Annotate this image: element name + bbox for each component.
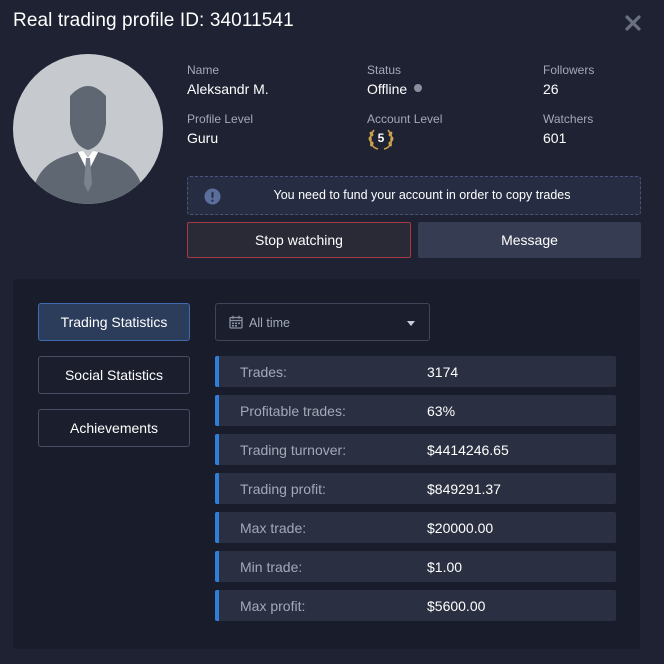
profile-level-label: Profile Level: [187, 112, 254, 126]
stat-value: $1.00: [427, 559, 463, 575]
stat-accent-bar: [215, 590, 219, 621]
account-level-label: Account Level: [367, 112, 443, 126]
stat-row: Min trade: $1.00: [215, 551, 616, 582]
watchers-label: Watchers: [543, 112, 594, 126]
stat-label: Trades:: [240, 364, 287, 380]
account-level-badge: 5: [367, 127, 395, 151]
stat-label: Max profit:: [240, 598, 306, 614]
stat-row: Trading profit: $849291.37: [215, 473, 616, 504]
calendar-icon: [229, 315, 243, 329]
close-icon: [625, 15, 641, 31]
profile-modal: Real trading profile ID: 34011541 Name A…: [0, 0, 664, 664]
period-select[interactable]: All time: [215, 303, 430, 341]
stat-row: Profitable trades: 63%: [215, 395, 616, 426]
followers-label: Followers: [543, 63, 595, 77]
stat-value: $20000.00: [427, 520, 494, 536]
stat-row: Trading turnover: $4414246.65: [215, 434, 616, 465]
close-button[interactable]: [622, 12, 644, 34]
offline-status-dot-icon: [414, 84, 422, 92]
stat-accent-bar: [215, 473, 219, 504]
name-value: Aleksandr M.: [187, 81, 269, 97]
stat-accent-bar: [215, 434, 219, 465]
stat-label: Trading turnover:: [240, 442, 347, 458]
message-button[interactable]: Message: [418, 222, 641, 258]
user-silhouette-icon: [31, 86, 145, 204]
stat-accent-bar: [215, 395, 219, 426]
tab-trading-statistics[interactable]: Trading Statistics: [38, 303, 190, 341]
period-select-value: All time: [249, 316, 290, 330]
stat-row: Trades: 3174: [215, 356, 616, 387]
chevron-down-icon: [407, 321, 415, 326]
modal-title: Real trading profile ID: 34011541: [13, 10, 294, 31]
status-label: Status: [367, 63, 402, 77]
stat-label: Trading profit:: [240, 481, 326, 497]
account-level-value: 5: [377, 131, 385, 145]
stat-row: Max trade: $20000.00: [215, 512, 616, 543]
tab-social-statistics[interactable]: Social Statistics: [38, 356, 190, 394]
notice-text: You need to fund your account in order t…: [273, 188, 571, 202]
name-label: Name: [187, 63, 220, 77]
stat-value: $849291.37: [427, 481, 501, 497]
stat-label: Min trade:: [240, 559, 303, 575]
stat-row: Max profit: $5600.00: [215, 590, 616, 621]
stat-label: Profitable trades:: [240, 403, 346, 419]
status-value: Offline: [367, 81, 408, 97]
stat-accent-bar: [215, 356, 219, 387]
fund-account-notice: You need to fund your account in order t…: [187, 176, 641, 215]
stat-value: 3174: [427, 364, 459, 380]
stat-value: $5600.00: [427, 598, 486, 614]
stat-value: 63%: [427, 403, 456, 419]
tab-achievements[interactable]: Achievements: [38, 409, 190, 447]
followers-value: 26: [543, 81, 559, 97]
stat-accent-bar: [215, 551, 219, 582]
stat-value: $4414246.65: [427, 442, 509, 458]
avatar: [13, 54, 163, 204]
profile-level-value: Guru: [187, 130, 219, 146]
watchers-value: 601: [543, 130, 567, 146]
stat-accent-bar: [215, 512, 219, 543]
stop-watching-button[interactable]: Stop watching: [187, 222, 411, 258]
stat-label: Max trade:: [240, 520, 307, 536]
